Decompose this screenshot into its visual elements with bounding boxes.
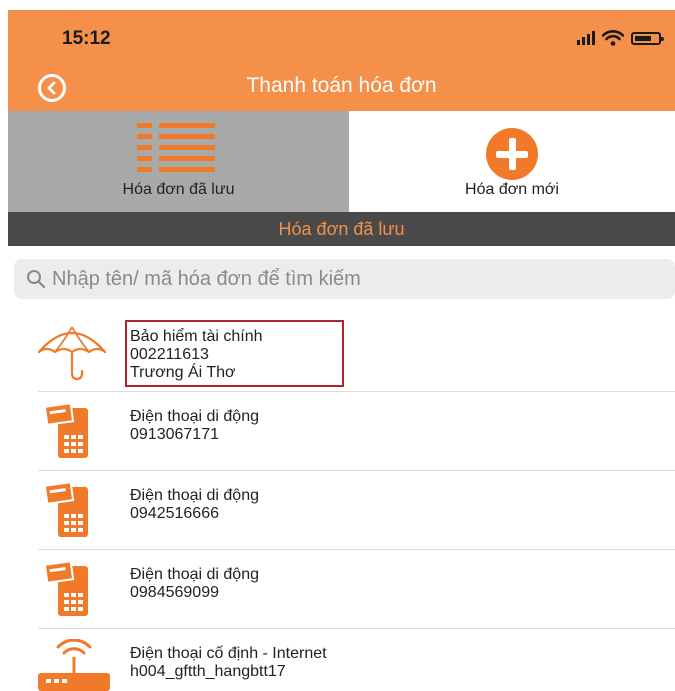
bill-item[interactable]: Điện thoại cố định - Internet h004_gftth… (8, 629, 675, 691)
mobile-phone-icon (44, 404, 88, 458)
bill-item[interactable]: Điện thoại di động 0942516666 (8, 471, 675, 550)
search-bar[interactable] (14, 259, 675, 299)
app-screen: 15:12 Thanh toán hóa đơn Hóa đơn đã lưu … (8, 10, 675, 691)
bill-name: Điện thoại di động (130, 566, 259, 583)
status-icons (577, 30, 664, 46)
tab-bar: Hóa đơn đã lưu Hóa đơn mới (8, 111, 675, 212)
app-header: 15:12 Thanh toán hóa đơn (8, 10, 675, 111)
bill-code: 0942516666 (130, 505, 219, 522)
bill-details: Điện thoại cố định - Internet h004_gftth… (130, 645, 327, 681)
search-input[interactable] (52, 267, 652, 291)
page-title: Thanh toán hóa đơn (246, 74, 437, 97)
tab-saved-bills[interactable]: Hóa đơn đã lưu (8, 111, 349, 212)
status-time: 15:12 (62, 28, 111, 49)
mobile-phone-icon (44, 483, 88, 537)
section-title: Hóa đơn đã lưu (8, 212, 675, 246)
list-icon (137, 123, 215, 173)
search-icon (27, 270, 46, 289)
highlight-box (125, 320, 344, 387)
bill-name: Điện thoại cố định - Internet (130, 645, 327, 662)
bill-name: Điện thoại di động (130, 408, 259, 425)
umbrella-icon (37, 326, 107, 381)
bill-details: Điện thoại di động 0913067171 (130, 408, 259, 444)
bill-details: Điện thoại di động 0984569099 (130, 566, 259, 602)
mobile-phone-icon (44, 562, 88, 616)
tab-new-bill[interactable]: Hóa đơn mới (349, 111, 675, 212)
router-icon (38, 639, 110, 691)
bill-code: 0984569099 (130, 584, 219, 601)
bill-code: h004_gftth_hangbtt17 (130, 663, 286, 680)
bill-code: 0913067171 (130, 426, 219, 443)
wifi-icon (602, 30, 624, 46)
signal-icon (577, 31, 595, 45)
bill-item[interactable]: Điện thoại di động 0913067171 (8, 392, 675, 471)
bill-details: Điện thoại di động 0942516666 (130, 487, 259, 523)
bill-item[interactable]: Điện thoại di động 0984569099 (8, 550, 675, 629)
battery-icon (631, 31, 664, 45)
tab-new-label: Hóa đơn mới (465, 181, 559, 198)
tab-saved-label: Hóa đơn đã lưu (122, 181, 235, 198)
plus-circle-icon (486, 128, 538, 180)
bill-name: Điện thoại di động (130, 487, 259, 504)
